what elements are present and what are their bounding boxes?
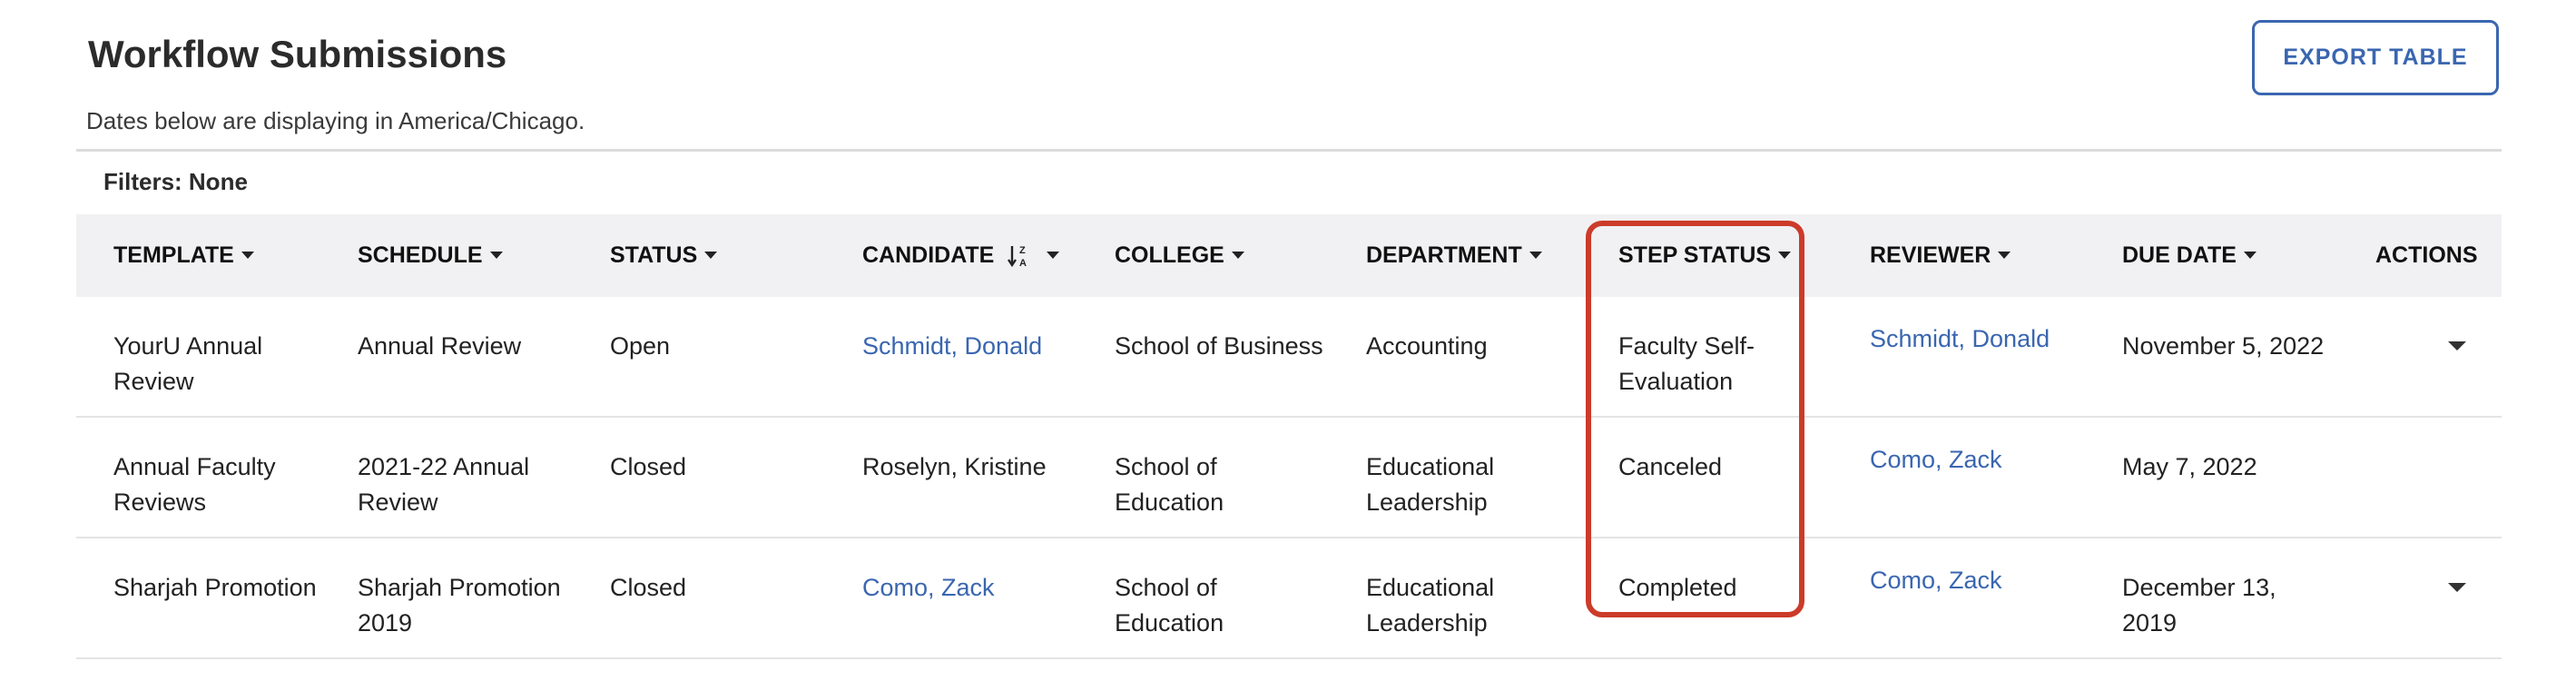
column-header-label: CANDIDATE	[862, 242, 995, 268]
caret-down-icon[interactable]	[2243, 251, 2256, 259]
cell-schedule: Sharjah Promotion 2019	[358, 574, 561, 637]
column-header-schedule[interactable]: SCHEDULE	[358, 214, 503, 297]
column-header-department[interactable]: DEPARTMENT	[1366, 214, 1542, 297]
column-header-college[interactable]: COLLEGE	[1115, 214, 1244, 297]
cell-reviewer-link[interactable]: Schmidt, Donald	[1870, 325, 2079, 353]
cell-department: Educational Leadership	[1366, 453, 1495, 516]
column-header-template[interactable]: TEMPLATE	[113, 214, 254, 297]
cell-college: School of Education	[1115, 453, 1224, 516]
filters-summary: Filters: None	[103, 168, 248, 195]
cell-schedule: 2021-22 Annual Review	[358, 453, 530, 516]
workflow-submissions-page: Workflow Submissions EXPORT TABLE Dates …	[0, 0, 2576, 681]
column-header-status[interactable]: STATUS	[610, 214, 718, 297]
page-title: Workflow Submissions	[88, 33, 507, 75]
table-row: YourU Annual Review Annual Review Open Schm…	[76, 297, 2502, 418]
table-body: YourU Annual Review Annual Review Open Schm…	[76, 297, 2502, 659]
cell-candidate: Roselyn, Kristine	[862, 453, 1047, 480]
caret-down-icon[interactable]	[1047, 251, 1060, 259]
cell-template: YourU Annual Review	[113, 332, 263, 395]
sort-descending-icon[interactable]: ZA	[1007, 242, 1034, 270]
column-header-label: STEP STATUS	[1618, 242, 1772, 268]
column-header-label: ACTIONS	[2375, 242, 2478, 268]
cell-due-date: May 7, 2022	[2122, 453, 2257, 480]
cell-candidate-link[interactable]: Schmidt, Donald	[862, 329, 1071, 364]
cell-template: Sharjah Promotion	[113, 574, 317, 601]
column-header-candidate[interactable]: CANDIDATE Z A	[862, 214, 1060, 297]
cell-department: Educational Leadership	[1366, 574, 1495, 637]
cell-status: Open	[610, 332, 671, 360]
cell-status: Closed	[610, 574, 687, 601]
column-header-label: TEMPLATE	[113, 242, 234, 268]
cell-step-status: Completed	[1618, 574, 1737, 601]
cell-step-status: Faculty Self-Evaluation	[1618, 332, 1755, 395]
row-actions-dropdown-icon[interactable]	[2448, 341, 2466, 350]
cell-college: School of Education	[1115, 574, 1224, 637]
export-table-button[interactable]: EXPORT TABLE	[2252, 20, 2499, 95]
cell-reviewer-link[interactable]: Como, Zack	[1870, 446, 2079, 474]
cell-due-date: December 13, 2019	[2122, 574, 2276, 637]
cell-department: Accounting	[1366, 332, 1488, 360]
cell-status: Closed	[610, 453, 687, 480]
column-header-actions: ACTIONS	[2375, 214, 2478, 297]
caret-down-icon[interactable]	[1778, 251, 1792, 259]
submissions-table: TEMPLATE SCHEDULE STATUS CANDIDATE Z A COLLEGE…	[76, 214, 2502, 659]
cell-reviewer-link[interactable]: Como, Zack	[1870, 567, 2079, 595]
caret-down-icon[interactable]	[1231, 251, 1244, 259]
row-actions-dropdown-icon[interactable]	[2448, 583, 2466, 592]
column-header-reviewer[interactable]: REVIEWER	[1870, 214, 2011, 297]
cell-candidate-link[interactable]: Como, Zack	[862, 570, 1071, 606]
cell-college: School of Business	[1115, 332, 1323, 360]
column-header-label: DUE DATE	[2122, 242, 2237, 268]
timezone-note: Dates below are displaying in America/Ch…	[86, 107, 585, 134]
caret-down-icon[interactable]	[489, 251, 503, 259]
cell-template: Annual Faculty Reviews	[113, 453, 276, 516]
header-divider	[76, 149, 2502, 152]
caret-down-icon[interactable]	[1998, 251, 2011, 259]
caret-down-icon[interactable]	[241, 251, 254, 259]
column-header-label: REVIEWER	[1870, 242, 1991, 268]
column-header-label: SCHEDULE	[358, 242, 483, 268]
table-header-row: TEMPLATE SCHEDULE STATUS CANDIDATE Z A COLLEGE…	[76, 214, 2502, 297]
caret-down-icon[interactable]	[704, 251, 718, 259]
column-header-label: COLLEGE	[1115, 242, 1224, 268]
cell-schedule: Annual Review	[358, 332, 522, 360]
cell-step-status: Canceled	[1618, 453, 1723, 480]
column-header-due-date[interactable]: DUE DATE	[2122, 214, 2256, 297]
svg-text:A: A	[1019, 258, 1027, 269]
caret-down-icon[interactable]	[1529, 251, 1542, 259]
column-header-label: DEPARTMENT	[1366, 242, 1522, 268]
svg-text:Z: Z	[1019, 245, 1026, 256]
cell-due-date: November 5, 2022	[2122, 332, 2325, 360]
table-row: Annual Faculty Reviews 2021-22 Annual Rev…	[76, 418, 2502, 538]
table-row: Sharjah Promotion Sharjah Promotion 2019 C…	[76, 538, 2502, 659]
column-header-label: STATUS	[610, 242, 698, 268]
column-header-step-status[interactable]: STEP STATUS	[1618, 214, 1792, 297]
